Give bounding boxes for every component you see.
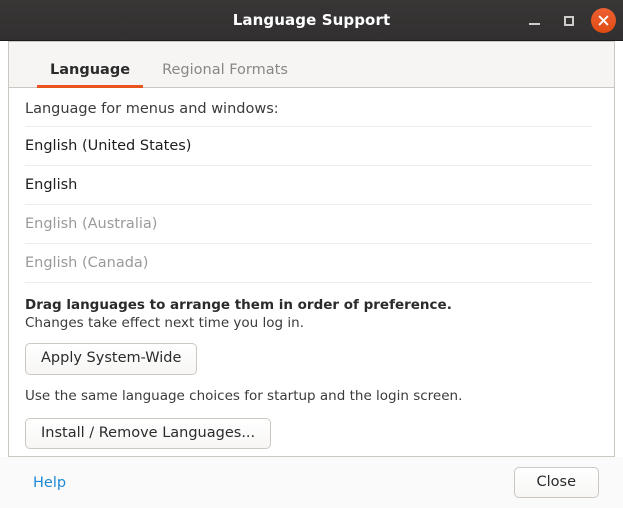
changes-note-text: Changes take effect next time you log in… (25, 314, 304, 331)
section-label-language-for-menus: Language for menus and windows: (25, 101, 279, 117)
tab-language-label: Language (50, 61, 131, 78)
window-controls (521, 0, 616, 41)
list-item[interactable]: English (Canada) (25, 244, 592, 283)
tab-bar: Language Regional Formats (8, 41, 615, 88)
apply-note-text: Use the same language choices for startu… (25, 388, 463, 405)
minimize-icon (528, 23, 540, 25)
apply-system-wide-button[interactable]: Apply System-Wide (25, 343, 198, 376)
list-item[interactable]: English (Australia) (25, 205, 592, 244)
drag-hint-text: Drag languages to arrange them in order … (25, 296, 452, 313)
maximize-button[interactable] (556, 8, 582, 34)
apply-button-row: Apply System-Wide (25, 343, 598, 376)
list-item[interactable]: English (United States) (25, 127, 592, 166)
dialog-footer: Help Close (0, 457, 623, 508)
minimize-button[interactable] (521, 8, 547, 34)
install-button-row: Install / Remove Languages... (25, 417, 598, 450)
language-list[interactable]: English (United States) English English … (25, 125, 592, 283)
close-icon (598, 15, 609, 26)
install-remove-languages-button[interactable]: Install / Remove Languages... (25, 417, 272, 450)
maximize-icon (564, 15, 574, 26)
language-support-window: Language Support Language Regional Forma… (0, 0, 623, 508)
tab-regional-formats-label: Regional Formats (162, 61, 288, 78)
tab-regional-formats[interactable]: Regional Formats (146, 61, 304, 88)
tab-language[interactable]: Language (34, 61, 146, 88)
help-link[interactable]: Help (33, 475, 66, 491)
list-item[interactable]: English (25, 166, 592, 205)
titlebar: Language Support (0, 0, 623, 41)
close-window-button[interactable] (591, 8, 616, 33)
language-tab-panel: Language for menus and windows: English … (8, 88, 615, 457)
close-button[interactable]: Close (513, 466, 599, 499)
